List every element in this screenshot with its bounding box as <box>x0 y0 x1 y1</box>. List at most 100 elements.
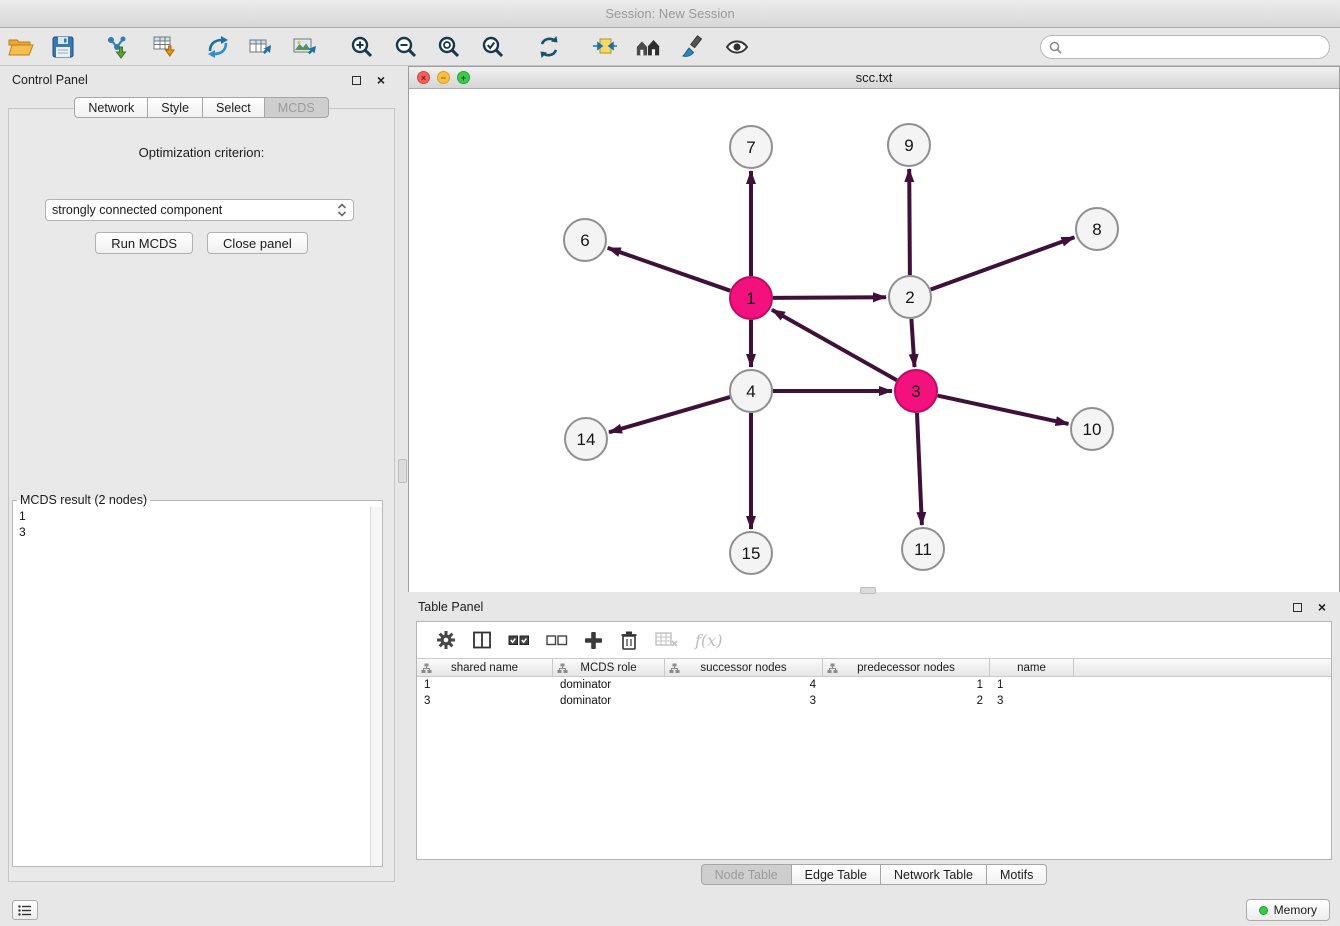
table-cell: 2 <box>823 693 990 709</box>
float-panel-button[interactable] <box>348 72 364 88</box>
graph-edge-4-14[interactable] <box>609 397 730 432</box>
graph-edge-2-9[interactable] <box>909 169 910 275</box>
unselect-all-icon <box>546 630 568 650</box>
result-scrollbar[interactable] <box>370 507 382 866</box>
column-header-successor-nodes[interactable]: successor nodes <box>665 659 823 676</box>
delete-column-button[interactable] <box>619 629 639 651</box>
node-table-container: f(x) shared name MCDS role successor nod… <box>416 621 1332 860</box>
tab-network-table[interactable]: Network Table <box>881 864 987 885</box>
graph-edge-2-3[interactable] <box>911 319 914 367</box>
window-title: Session: New Session <box>605 6 734 21</box>
column-header-mcds-role[interactable]: MCDS role <box>553 659 665 676</box>
control-panel: Control Panel × Network Style Select MCD… <box>8 68 395 882</box>
column-header-filler <box>1074 659 1331 676</box>
minimize-window-button[interactable]: − <box>437 71 450 84</box>
table-panel-header: Table Panel × <box>408 595 1340 619</box>
network-canvas[interactable]: 7968124314101511 <box>409 89 1339 592</box>
refresh-layout-button[interactable] <box>534 32 564 62</box>
window-titlebar: Session: New Session <box>0 0 1340 28</box>
paintbrush-icon <box>680 35 704 59</box>
run-mcds-button[interactable]: Run MCDS <box>95 232 193 254</box>
search-input[interactable] <box>1067 40 1321 54</box>
save-session-button[interactable] <box>48 32 78 62</box>
export-table-button[interactable] <box>246 32 276 62</box>
tab-mcds[interactable]: MCDS <box>265 97 329 118</box>
search-field[interactable] <box>1040 35 1330 59</box>
table-panel: Table Panel × <box>408 595 1340 888</box>
show-details-button[interactable] <box>722 32 752 62</box>
graph-edge-3-11[interactable] <box>917 413 922 525</box>
network-overview-button[interactable] <box>633 32 663 62</box>
zoom-out-button[interactable] <box>391 32 421 62</box>
graph-node-label: 10 <box>1083 420 1102 439</box>
zoom-fit-button[interactable] <box>434 32 464 62</box>
mcds-result-list: 13 <box>13 507 382 541</box>
grid-delete-icon <box>655 631 679 649</box>
hierarchy-icon <box>827 663 838 674</box>
close-window-button[interactable]: × <box>417 71 430 84</box>
hierarchy-icon <box>669 663 680 674</box>
zoom-selected-button[interactable] <box>478 32 508 62</box>
tab-node-table[interactable]: Node Table <box>701 864 792 885</box>
criterion-dropdown-value: strongly connected component <box>52 203 222 217</box>
table-settings-button[interactable] <box>436 629 456 651</box>
table-cell: 4 <box>665 677 823 693</box>
delete-table-button-disabled <box>655 629 679 651</box>
tab-select[interactable]: Select <box>203 97 265 118</box>
import-network-button[interactable] <box>103 32 133 62</box>
graph-edge-1-2[interactable] <box>773 297 886 298</box>
mcds-tab-content: Optimization criterion: strongly connect… <box>8 108 395 882</box>
column-label: name <box>1017 662 1046 674</box>
graph-edge-2-8[interactable] <box>931 237 1075 289</box>
close-table-panel-button[interactable]: × <box>1314 599 1330 615</box>
graph-node-label: 9 <box>904 136 913 155</box>
unselect-all-columns-button[interactable] <box>546 629 568 651</box>
vertical-splitter-handle[interactable] <box>398 459 407 483</box>
close-panel-button-bottom[interactable]: Close panel <box>207 232 308 254</box>
export-network-button[interactable] <box>203 32 233 62</box>
tab-motifs[interactable]: Motifs <box>987 864 1047 885</box>
horizontal-splitter-handle[interactable] <box>860 587 876 594</box>
import-table-button[interactable] <box>150 32 180 62</box>
float-table-panel-button[interactable] <box>1289 599 1305 615</box>
table-cell: dominator <box>553 693 665 709</box>
tab-edge-table[interactable]: Edge Table <box>792 864 881 885</box>
graph-edge-3-10[interactable] <box>938 396 1069 424</box>
create-column-button[interactable] <box>584 629 603 651</box>
column-header-name[interactable]: name <box>990 659 1074 676</box>
maximize-window-button[interactable]: + <box>457 71 470 84</box>
hierarchy-icon <box>557 663 568 674</box>
table-row[interactable]: 3dominator323 <box>417 693 1331 709</box>
open-file-button[interactable] <box>6 32 36 62</box>
graph-node-label: 8 <box>1092 220 1101 239</box>
style-paint-button[interactable] <box>677 32 707 62</box>
tab-style[interactable]: Style <box>148 97 203 118</box>
chevron-updown-icon <box>337 203 347 217</box>
export-image-button[interactable] <box>290 32 320 62</box>
table-panel-tabs: Node Table Edge Table Network Table Moti… <box>408 864 1340 885</box>
table-cell: 3 <box>990 693 1074 709</box>
show-columns-button[interactable] <box>472 629 492 651</box>
table-cell: 1 <box>990 677 1074 693</box>
memory-button[interactable]: Memory <box>1246 899 1330 921</box>
status-bar: Memory <box>0 896 1340 926</box>
zoom-out-icon <box>394 35 418 59</box>
task-history-button[interactable] <box>12 900 38 920</box>
tab-network[interactable]: Network <box>74 97 148 118</box>
first-neighbors-button[interactable] <box>590 32 620 62</box>
close-panel-button[interactable]: × <box>373 72 389 88</box>
table-cell: 3 <box>417 693 553 709</box>
graph-edge-3-1[interactable] <box>772 310 897 380</box>
graph-edge-1-6[interactable] <box>608 248 731 291</box>
column-header-predecessor-nodes[interactable]: predecessor nodes <box>823 659 990 676</box>
column-header-shared-name[interactable]: shared name <box>417 659 553 676</box>
table-panel-title: Table Panel <box>418 600 483 614</box>
table-row[interactable]: 1dominator411 <box>417 677 1331 693</box>
select-all-columns-button[interactable] <box>508 629 530 651</box>
save-icon <box>52 36 74 58</box>
zoom-selected-icon <box>481 35 505 59</box>
trash-icon <box>619 630 639 650</box>
table-cell: dominator <box>553 677 665 693</box>
criterion-dropdown[interactable]: strongly connected component <box>45 199 354 221</box>
zoom-in-button[interactable] <box>347 32 377 62</box>
